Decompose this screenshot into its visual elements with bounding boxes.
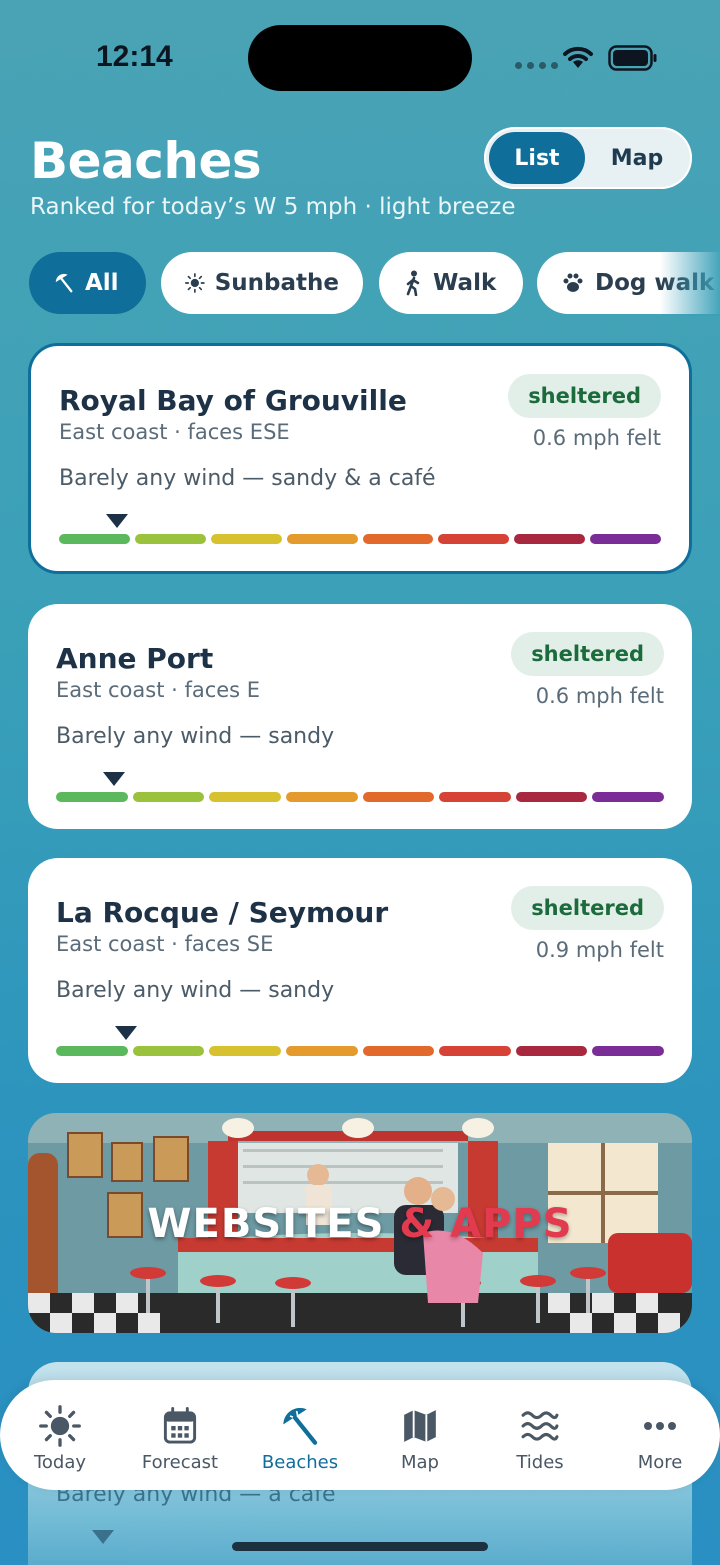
status-badge: sheltered: [511, 886, 664, 930]
list-view-button[interactable]: List: [489, 132, 585, 184]
wind-scale-segment: [592, 792, 664, 802]
wind-scale-segment: [285, 792, 358, 802]
paw-icon: [563, 273, 583, 292]
wind-scale-segment: [209, 792, 281, 802]
status-time: 12:14: [96, 40, 173, 73]
wind-scale-segment: [285, 1046, 358, 1056]
filter-chips: All Sunbathe Walk Dog walk: [0, 252, 720, 316]
more-dots-icon: [644, 1422, 676, 1430]
dynamic-island: [248, 25, 472, 91]
tab-label: Forecast: [141, 1452, 219, 1473]
wind-scale-segment: [362, 1046, 435, 1056]
tab-bar: Today Forecast Beaches Map Tides More: [0, 1380, 720, 1490]
wind-scale-segment: [515, 1046, 588, 1056]
tab-label: Today: [33, 1452, 87, 1473]
filter-chip-walk[interactable]: Walk: [379, 252, 523, 314]
page-subtitle: Ranked for today’s W 5 mph · light breez…: [30, 194, 516, 220]
tab-label: Tides: [516, 1452, 564, 1473]
tab-beaches[interactable]: Beaches: [240, 1380, 360, 1490]
beach-umbrella-icon: [283, 1407, 318, 1445]
wind-scale-segment: [132, 1046, 205, 1056]
wind-scale-segment: [132, 792, 205, 802]
scroll-fade: [660, 252, 720, 316]
beach-card[interactable]: Royal Bay of Grouville East coast · face…: [28, 343, 692, 574]
battery-icon: [608, 45, 657, 71]
wind-scale-segment: [515, 792, 588, 802]
wind-marker: [92, 1530, 114, 1544]
beach-umbrella-icon: [55, 273, 73, 293]
wind-scale-segment: [286, 534, 358, 544]
home-indicator: [232, 1542, 488, 1551]
banner-text-websites: WEBSITES: [147, 1201, 385, 1247]
status-badge: sheltered: [508, 374, 661, 418]
tab-more[interactable]: More: [600, 1380, 720, 1490]
tab-today[interactable]: Today: [0, 1380, 120, 1490]
wind-scale: [56, 1046, 664, 1056]
wind-scale-segment: [438, 534, 510, 544]
wind-scale-segment: [592, 1046, 664, 1056]
wind-scale-segment: [514, 534, 586, 544]
tab-map[interactable]: Map: [360, 1380, 480, 1490]
beach-name: La Rocque / Seymour: [56, 896, 389, 929]
filter-chip-all[interactable]: All: [29, 252, 146, 314]
wind-scale-segment: [56, 1046, 128, 1056]
wind-scale-segment: [59, 534, 130, 544]
wind-scale-segment: [439, 1046, 511, 1056]
felt-wind: 0.6 mph felt: [532, 426, 661, 450]
beach-card[interactable]: La Rocque / Seymour East coast · faces S…: [28, 858, 692, 1083]
wind-marker: [103, 772, 126, 786]
sun-icon: [39, 1405, 81, 1447]
beach-description: Barely any wind — sandy: [56, 978, 335, 1003]
banner-headline: WEBSITES & APPS: [28, 1201, 692, 1247]
felt-wind: 0.6 mph felt: [535, 684, 664, 708]
wind-scale-segment: [439, 792, 511, 802]
calendar-icon: [163, 1407, 197, 1444]
walking-person-icon: [406, 270, 420, 296]
wind-scale: [56, 792, 664, 802]
beach-description: Barely any wind — sandy: [56, 724, 335, 749]
sun-icon: [185, 273, 205, 293]
status-badge: sheltered: [511, 632, 664, 676]
map-icon: [404, 1410, 436, 1442]
filter-chip-label: All: [85, 270, 119, 296]
view-toggle: List Map: [484, 127, 692, 189]
beach-card[interactable]: Anne Port East coast · faces E Barely an…: [28, 604, 692, 829]
tab-label: More: [637, 1452, 683, 1473]
tab-label: Beaches: [261, 1452, 339, 1473]
cellular-signal-icon: [515, 62, 558, 69]
banner-text-apps: & APPS: [399, 1201, 573, 1247]
filter-chip-sunbathe[interactable]: Sunbathe: [161, 252, 363, 314]
beach-name: Anne Port: [56, 642, 214, 675]
wind-scale-segment: [209, 1046, 281, 1056]
filter-chip-label: Walk: [433, 270, 497, 296]
tab-tides[interactable]: Tides: [480, 1380, 600, 1490]
wind-scale-segment: [56, 792, 128, 802]
wind-scale: [59, 534, 661, 544]
waves-icon: [521, 1411, 559, 1441]
wind-scale-segment: [134, 534, 206, 544]
wind-scale-segment: [362, 792, 435, 802]
beach-location: East coast · faces E: [56, 678, 261, 702]
beach-location: East coast · faces SE: [56, 932, 274, 956]
beach-name: Royal Bay of Grouville: [59, 384, 407, 417]
beach-description: Barely any wind — sandy & a café: [59, 466, 436, 491]
map-view-button[interactable]: Map: [588, 132, 686, 184]
wind-marker: [115, 1026, 138, 1040]
wind-marker: [106, 514, 129, 528]
page-title: Beaches: [30, 132, 262, 190]
felt-wind: 0.9 mph felt: [535, 938, 664, 962]
tab-label: Map: [401, 1452, 439, 1473]
wifi-icon: [563, 46, 593, 68]
tab-forecast[interactable]: Forecast: [120, 1380, 240, 1490]
wind-scale-segment: [210, 534, 282, 544]
beach-location: East coast · faces ESE: [59, 420, 290, 444]
filter-chip-label: Sunbathe: [214, 270, 339, 296]
wind-scale-segment: [590, 534, 661, 544]
ad-banner[interactable]: WEBSITES & APPS: [28, 1113, 692, 1333]
wind-scale-segment: [362, 534, 434, 544]
